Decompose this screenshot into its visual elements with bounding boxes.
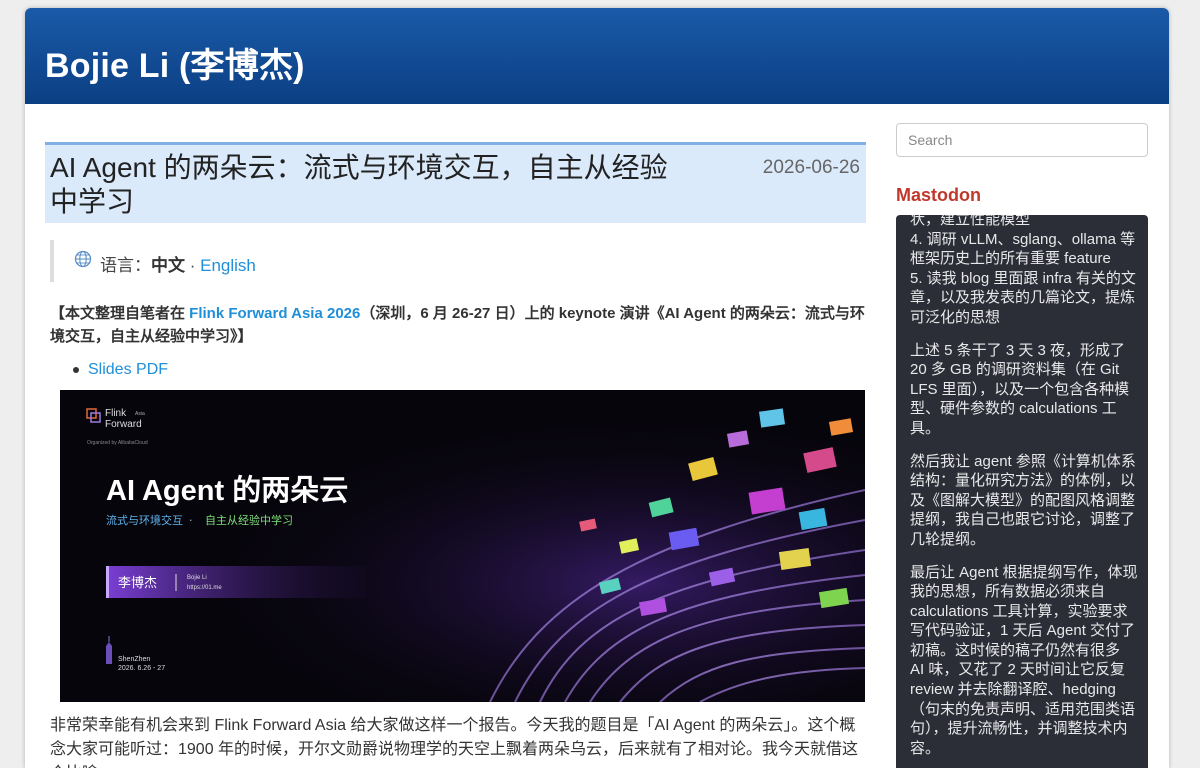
slide-subtitle-right: 自主从经验中学习 xyxy=(205,513,293,527)
post-title[interactable]: AI Agent 的两朵云：流式与环境交互，自主从经验中学习 xyxy=(50,151,690,219)
language-current: 中文 xyxy=(151,256,185,275)
slide-headline: AI Agent 的两朵云 xyxy=(106,473,348,507)
flink-forward-link[interactable]: Flink Forward Asia 2026 xyxy=(189,305,360,322)
slides-pdf-link[interactable]: Slides PDF xyxy=(88,361,168,378)
slide-graphic: Flink Forward Asia Organized by AlibabaC… xyxy=(60,390,865,702)
page-frame: Bojie Li (李博杰) AI Agent 的两朵云：流式与环境交互，自主从… xyxy=(25,8,1169,768)
slide-speaker-url: https://01.me xyxy=(187,585,222,591)
slide-city: ShenZhen xyxy=(118,656,150,663)
slide-dates: 2026. 6.26 - 27 xyxy=(118,665,165,672)
slide-organizer: Organized by AlibabaCloud xyxy=(87,440,148,446)
site-header: Bojie Li (李博杰) xyxy=(25,8,1169,104)
mastodon-toot: 状，建立性能模型 4. 调研 vLLM、sglang、ollama 等框架历史上… xyxy=(910,215,1138,768)
mastodon-heading: Mastodon xyxy=(896,185,981,205)
slide-subtitle-left: 流式与环境交互 xyxy=(106,513,183,527)
language-english-link[interactable]: English xyxy=(200,256,256,275)
post-intro: 【本文整理自笔者在 Flink Forward Asia 2026（深圳，6 月… xyxy=(50,302,865,348)
mastodon-feed[interactable]: 状，建立性能模型 4. 调研 vLLM、sglang、ollama 等框架历史上… xyxy=(896,215,1148,768)
search-input[interactable] xyxy=(896,123,1148,157)
language-line: 语言：中文 · English xyxy=(100,251,256,276)
toot-paragraph: 上述 5 条干了 3 天 3 夜，形成了 20 多 GB 的调研资料集（在 Gi… xyxy=(910,341,1130,437)
slides-list-item: Slides PDF xyxy=(73,361,168,379)
toot-paragraph: 然后我让 agent 参照《计算机体系结构：量化研究方法》的体例，以及《图解大模… xyxy=(910,452,1136,548)
site-title-link[interactable]: Bojie Li (李博杰) xyxy=(45,38,305,87)
intro-prefix: 【本文整理自笔者在 xyxy=(50,305,190,322)
globe-icon xyxy=(74,250,92,268)
toot-paragraph: 最后让 Agent 根据提纲写作，体现我的思想，所有数据必须来自 calcula… xyxy=(910,563,1138,757)
language-switcher: 语言：中文 · English xyxy=(50,240,354,282)
post-body-paragraph: 非常荣幸能有机会来到 Flink Forward Asia 给大家做这样一个报告… xyxy=(50,717,859,768)
post-header: AI Agent 的两朵云：流式与环境交互，自主从经验中学习 2026-06-2… xyxy=(45,142,866,223)
slide-speaker-en: Bojie Li xyxy=(187,575,207,581)
slide-brand-line1: Flink xyxy=(105,408,127,419)
slide-brand-tag: Asia xyxy=(135,411,145,417)
slide-speaker-name: 李博杰 xyxy=(118,576,157,591)
post-date: 2026-06-26 xyxy=(762,157,860,178)
speaker-bar-accent xyxy=(106,566,109,598)
slide-subtitle-dot: · xyxy=(189,514,193,527)
main-content: AI Agent 的两朵云：流式与环境交互，自主从经验中学习 2026-06-2… xyxy=(45,142,866,768)
toot-paragraph: 状，建立性能模型 4. 调研 vLLM、sglang、ollama 等框架历史上… xyxy=(910,215,1136,326)
bullet-dot xyxy=(73,366,79,373)
language-label: 语言： xyxy=(100,256,151,275)
slide-brand-line2: Forward xyxy=(105,419,142,430)
language-separator: · xyxy=(185,256,201,275)
keynote-slide-image: Flink Forward Asia Organized by AlibabaC… xyxy=(60,390,865,702)
